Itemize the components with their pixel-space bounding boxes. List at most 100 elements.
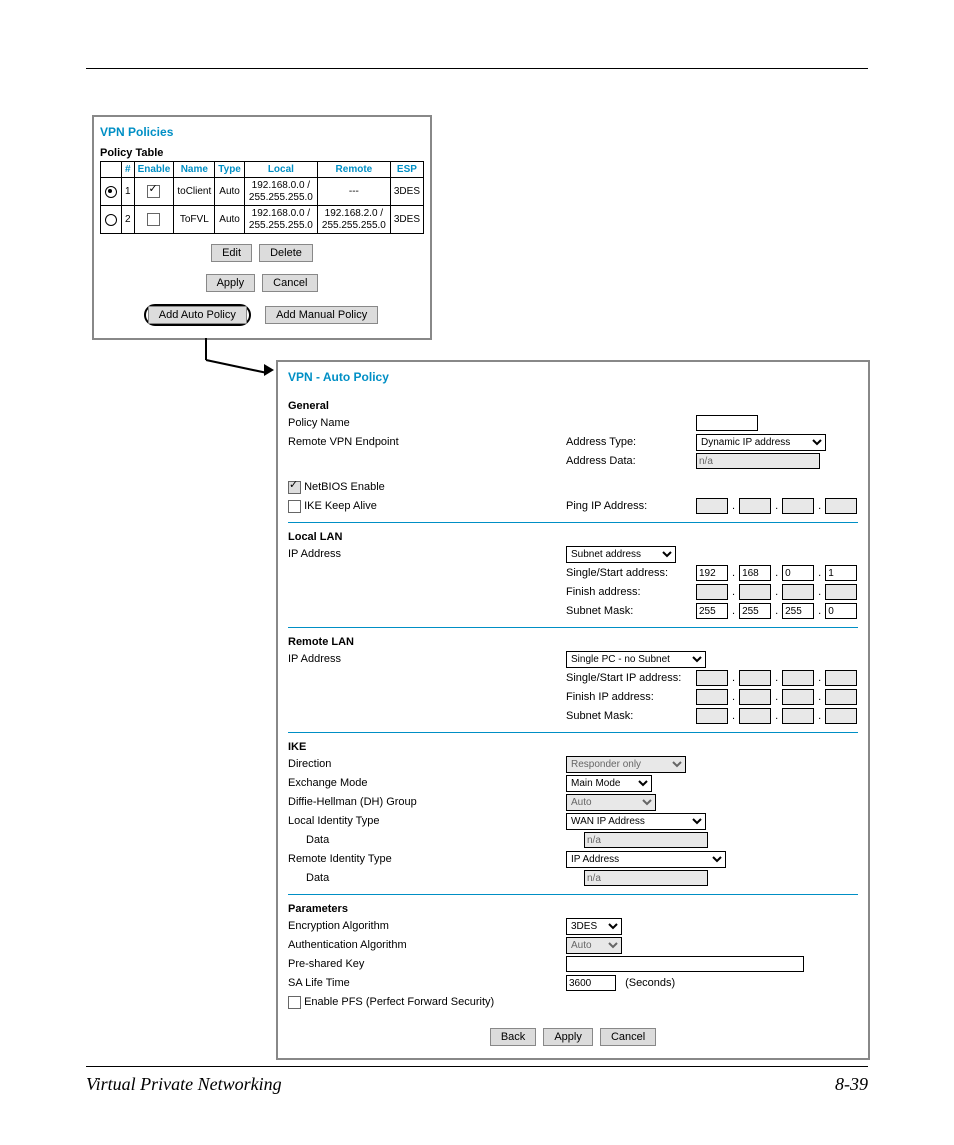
dh-select: Auto xyxy=(566,794,656,811)
add-manual-policy-button[interactable]: Add Manual Policy xyxy=(265,306,378,324)
arrow-icon xyxy=(205,338,207,360)
cell-num: 2 xyxy=(122,206,135,234)
col-remote: Remote xyxy=(317,162,390,178)
address-type-label: Address Type: xyxy=(566,436,696,448)
cell-local: 192.168.0.0 / 255.255.255.0 xyxy=(244,178,317,206)
footer-right: 8-39 xyxy=(835,1074,868,1095)
direction-label: Direction xyxy=(288,758,566,770)
row-enable-checkbox[interactable] xyxy=(147,213,160,226)
page-rule-bottom xyxy=(86,1066,868,1067)
address-data-label: Address Data: xyxy=(566,455,696,467)
local-ip-label: IP Address xyxy=(288,548,566,560)
local-start-label: Single/Start address: xyxy=(566,567,696,579)
apply-button[interactable]: Apply xyxy=(206,274,256,292)
page-rule-top xyxy=(86,68,868,69)
apply-button[interactable]: Apply xyxy=(543,1028,593,1046)
remote-id-type-label: Remote Identity Type xyxy=(288,853,566,865)
remote-start-2 xyxy=(739,670,771,686)
back-button[interactable]: Back xyxy=(490,1028,536,1046)
row-select-radio[interactable] xyxy=(105,186,117,198)
policy-name-input[interactable] xyxy=(696,415,758,431)
table-row: 2 ToFVL Auto 192.168.0.0 / 255.255.255.0… xyxy=(101,206,424,234)
local-start-4[interactable] xyxy=(825,565,857,581)
enc-select[interactable]: 3DES xyxy=(566,918,622,935)
local-finish-1 xyxy=(696,584,728,600)
cancel-button[interactable]: Cancel xyxy=(262,274,318,292)
ike-keepalive-checkbox[interactable] xyxy=(288,500,301,513)
local-finish-4 xyxy=(825,584,857,600)
local-start-1[interactable] xyxy=(696,565,728,581)
address-data-input xyxy=(696,453,820,469)
cancel-button[interactable]: Cancel xyxy=(600,1028,656,1046)
row-enable-checkbox[interactable] xyxy=(147,185,160,198)
cell-name: ToFVL xyxy=(174,206,215,234)
remote-mask-2 xyxy=(739,708,771,724)
local-finish-2 xyxy=(739,584,771,600)
policy-table: # Enable Name Type Local Remote ESP 1 to… xyxy=(100,161,424,234)
remote-mask-label: Subnet Mask: xyxy=(566,710,696,722)
local-id-data-input xyxy=(584,832,708,848)
cell-type: Auto xyxy=(215,206,245,234)
local-start-3[interactable] xyxy=(782,565,814,581)
ping-ip-1 xyxy=(696,498,728,514)
col-enable: Enable xyxy=(134,162,174,178)
local-mask-1[interactable] xyxy=(696,603,728,619)
section-remote-lan: Remote LAN xyxy=(288,636,858,648)
col-local: Local xyxy=(244,162,317,178)
local-mask-4[interactable] xyxy=(825,603,857,619)
dh-label: Diffie-Hellman (DH) Group xyxy=(288,796,566,808)
local-id-type-select[interactable]: WAN IP Address xyxy=(566,813,706,830)
cell-name: toClient xyxy=(174,178,215,206)
remote-finish-2 xyxy=(739,689,771,705)
vpn-auto-policy-panel: VPN - Auto Policy General Policy Name Re… xyxy=(276,360,870,1060)
remote-start-label: Single/Start IP address: xyxy=(566,672,696,684)
local-id-type-label: Local Identity Type xyxy=(288,815,566,827)
auth-select: Auto xyxy=(566,937,622,954)
remote-id-type-select[interactable]: IP Address xyxy=(566,851,726,868)
col-type: Type xyxy=(215,162,245,178)
netbios-label: NetBIOS Enable xyxy=(304,481,385,493)
psk-label: Pre-shared Key xyxy=(288,958,566,970)
section-ike: IKE xyxy=(288,741,858,753)
local-finish-3 xyxy=(782,584,814,600)
local-ip-mode-select[interactable]: Subnet address xyxy=(566,546,676,563)
section-general: General xyxy=(288,400,858,412)
address-type-select[interactable]: Dynamic IP address xyxy=(696,434,826,451)
netbios-checkbox[interactable] xyxy=(288,481,301,494)
local-finish-label: Finish address: xyxy=(566,586,696,598)
remote-ip-mode-select[interactable]: Single PC - no Subnet xyxy=(566,651,706,668)
pfs-label: Enable PFS (Perfect Forward Security) xyxy=(304,996,494,1008)
local-start-2[interactable] xyxy=(739,565,771,581)
remote-mask-3 xyxy=(782,708,814,724)
pfs-checkbox[interactable] xyxy=(288,996,301,1009)
policy-table-label: Policy Table xyxy=(100,147,424,161)
remote-ip-label: IP Address xyxy=(288,653,566,665)
cell-type: Auto xyxy=(215,178,245,206)
cell-remote: --- xyxy=(317,178,390,206)
cell-esp: 3DES xyxy=(390,178,423,206)
exchange-select[interactable]: Main Mode xyxy=(566,775,652,792)
row-select-radio[interactable] xyxy=(105,214,117,226)
ping-ip-3 xyxy=(782,498,814,514)
remote-start-3 xyxy=(782,670,814,686)
psk-input[interactable] xyxy=(566,956,804,972)
local-mask-3[interactable] xyxy=(782,603,814,619)
cell-esp: 3DES xyxy=(390,206,423,234)
sa-input[interactable] xyxy=(566,975,616,991)
edit-button[interactable]: Edit xyxy=(211,244,252,262)
cell-local: 192.168.0.0 / 255.255.255.0 xyxy=(244,206,317,234)
local-mask-2[interactable] xyxy=(739,603,771,619)
delete-button[interactable]: Delete xyxy=(259,244,313,262)
section-local-lan: Local LAN xyxy=(288,531,858,543)
ping-ip-label: Ping IP Address: xyxy=(566,500,696,512)
arrow-icon xyxy=(206,359,267,374)
remote-start-1 xyxy=(696,670,728,686)
ping-ip-2 xyxy=(739,498,771,514)
remote-finish-label: Finish IP address: xyxy=(566,691,696,703)
col-num: # xyxy=(122,162,135,178)
remote-id-data-input xyxy=(584,870,708,886)
local-mask-label: Subnet Mask: xyxy=(566,605,696,617)
footer-left: Virtual Private Networking xyxy=(86,1074,282,1095)
remote-finish-3 xyxy=(782,689,814,705)
add-auto-policy-button[interactable]: Add Auto Policy xyxy=(148,306,247,324)
